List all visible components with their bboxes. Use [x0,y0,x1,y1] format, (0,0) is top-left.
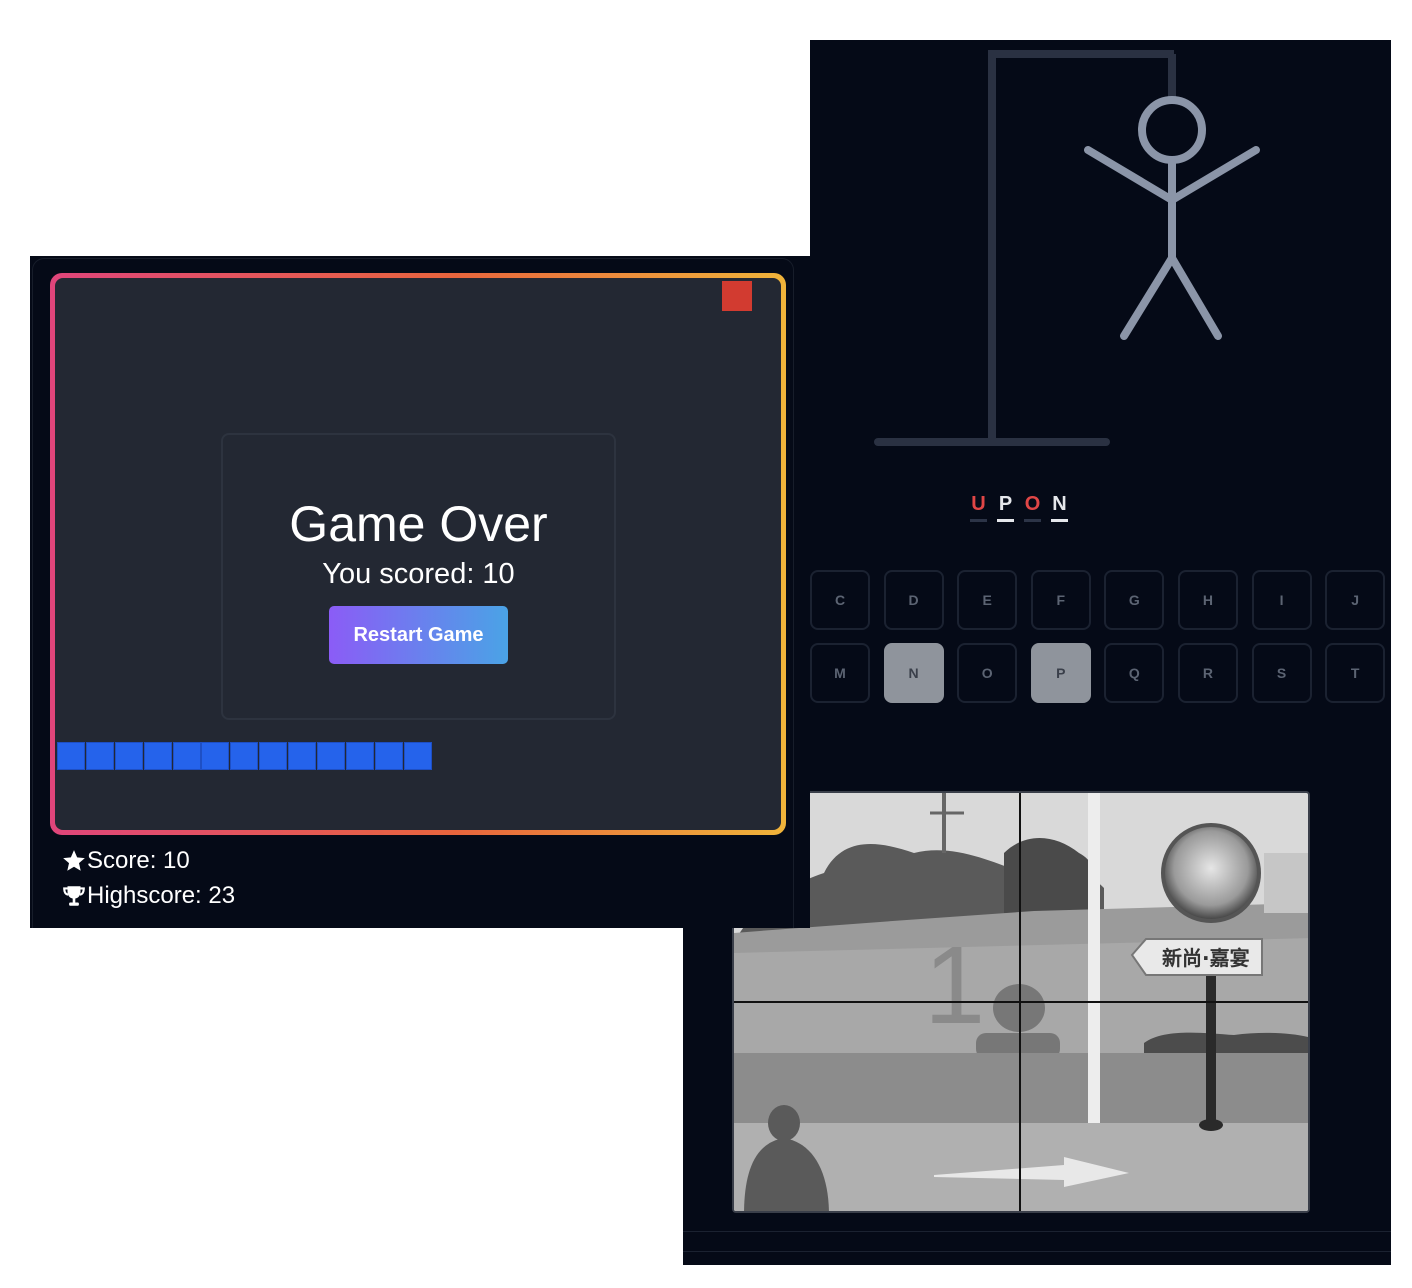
game-over-dialog: Game Over You scored: 10 Restart Game [221,433,616,720]
letter-key-h[interactable]: H [1177,570,1238,630]
letter-key-g[interactable]: G [1104,570,1165,630]
letter-keyboard: CDEFGHIJ MNOPQRST [810,570,1410,703]
highscore-display: Highscore: 23 [61,882,235,910]
figure-right-leg [1168,254,1222,340]
word-letter: O [1024,492,1041,522]
figure-left-leg [1120,254,1176,340]
snake-segment [259,742,288,770]
game-over-title: Game Over [289,496,548,552]
hangman-drawing [874,50,1260,446]
hangman-word: UPON [970,492,1068,522]
figure-head [1138,96,1206,164]
snake-segment [403,742,432,770]
snake-body [57,742,433,770]
snake-segment [230,742,259,770]
snake-segment [172,742,201,770]
street-photo: 1 新尚·嘉宴 [734,793,1308,1211]
snake-segment [114,742,143,770]
snake-window: Game Over You scored: 10 Restart Game Sc… [30,256,810,928]
snake-segment [57,742,85,770]
score-display: Score: 10 [61,847,190,875]
letter-key-r[interactable]: R [1177,643,1238,703]
snake-segment [345,742,374,770]
letter-key-o[interactable]: O [957,643,1018,703]
restart-game-button[interactable]: Restart Game [329,606,508,664]
word-letter: N [1051,492,1068,522]
word-letter: U [970,492,987,522]
food-square [722,281,752,311]
snake-segment [201,742,230,770]
snake-segment [374,742,403,770]
letter-key-d[interactable]: D [883,570,944,630]
letter-key-p[interactable]: P [1030,643,1091,703]
letter-key-n[interactable]: N [883,643,944,703]
letter-key-i[interactable]: I [1251,570,1312,630]
letter-key-f[interactable]: F [1030,570,1091,630]
word-letter: P [997,492,1014,522]
game-board[interactable]: Game Over You scored: 10 Restart Game [50,273,786,835]
photo-puzzle[interactable]: 1 新尚·嘉宴 [732,791,1310,1213]
letter-key-m[interactable]: M [810,643,870,703]
divider [683,1231,1391,1232]
letter-key-s[interactable]: S [1251,643,1312,703]
star-icon [63,850,85,871]
letter-key-t[interactable]: T [1325,643,1386,703]
snake-segment [85,742,114,770]
board-field: Game Over You scored: 10 Restart Game [55,278,781,830]
trophy-icon [63,886,85,906]
svg-text:1: 1 [924,924,985,1047]
snake-segment [143,742,172,770]
sign-text: 新尚·嘉宴 [1162,946,1250,970]
snake-segment [288,742,317,770]
divider [683,1251,1391,1252]
letter-key-j[interactable]: J [1325,570,1386,630]
letter-key-e[interactable]: E [957,570,1018,630]
highscore-text: Highscore: 23 [87,882,236,909]
snake-segment [317,742,346,770]
letter-key-q[interactable]: Q [1104,643,1165,703]
letter-key-c[interactable]: C [810,570,870,630]
final-score-text: You scored: 10 [322,558,515,590]
snake-panel: Game Over You scored: 10 Restart Game Sc… [32,258,794,928]
score-text: Score: 10 [87,847,190,874]
